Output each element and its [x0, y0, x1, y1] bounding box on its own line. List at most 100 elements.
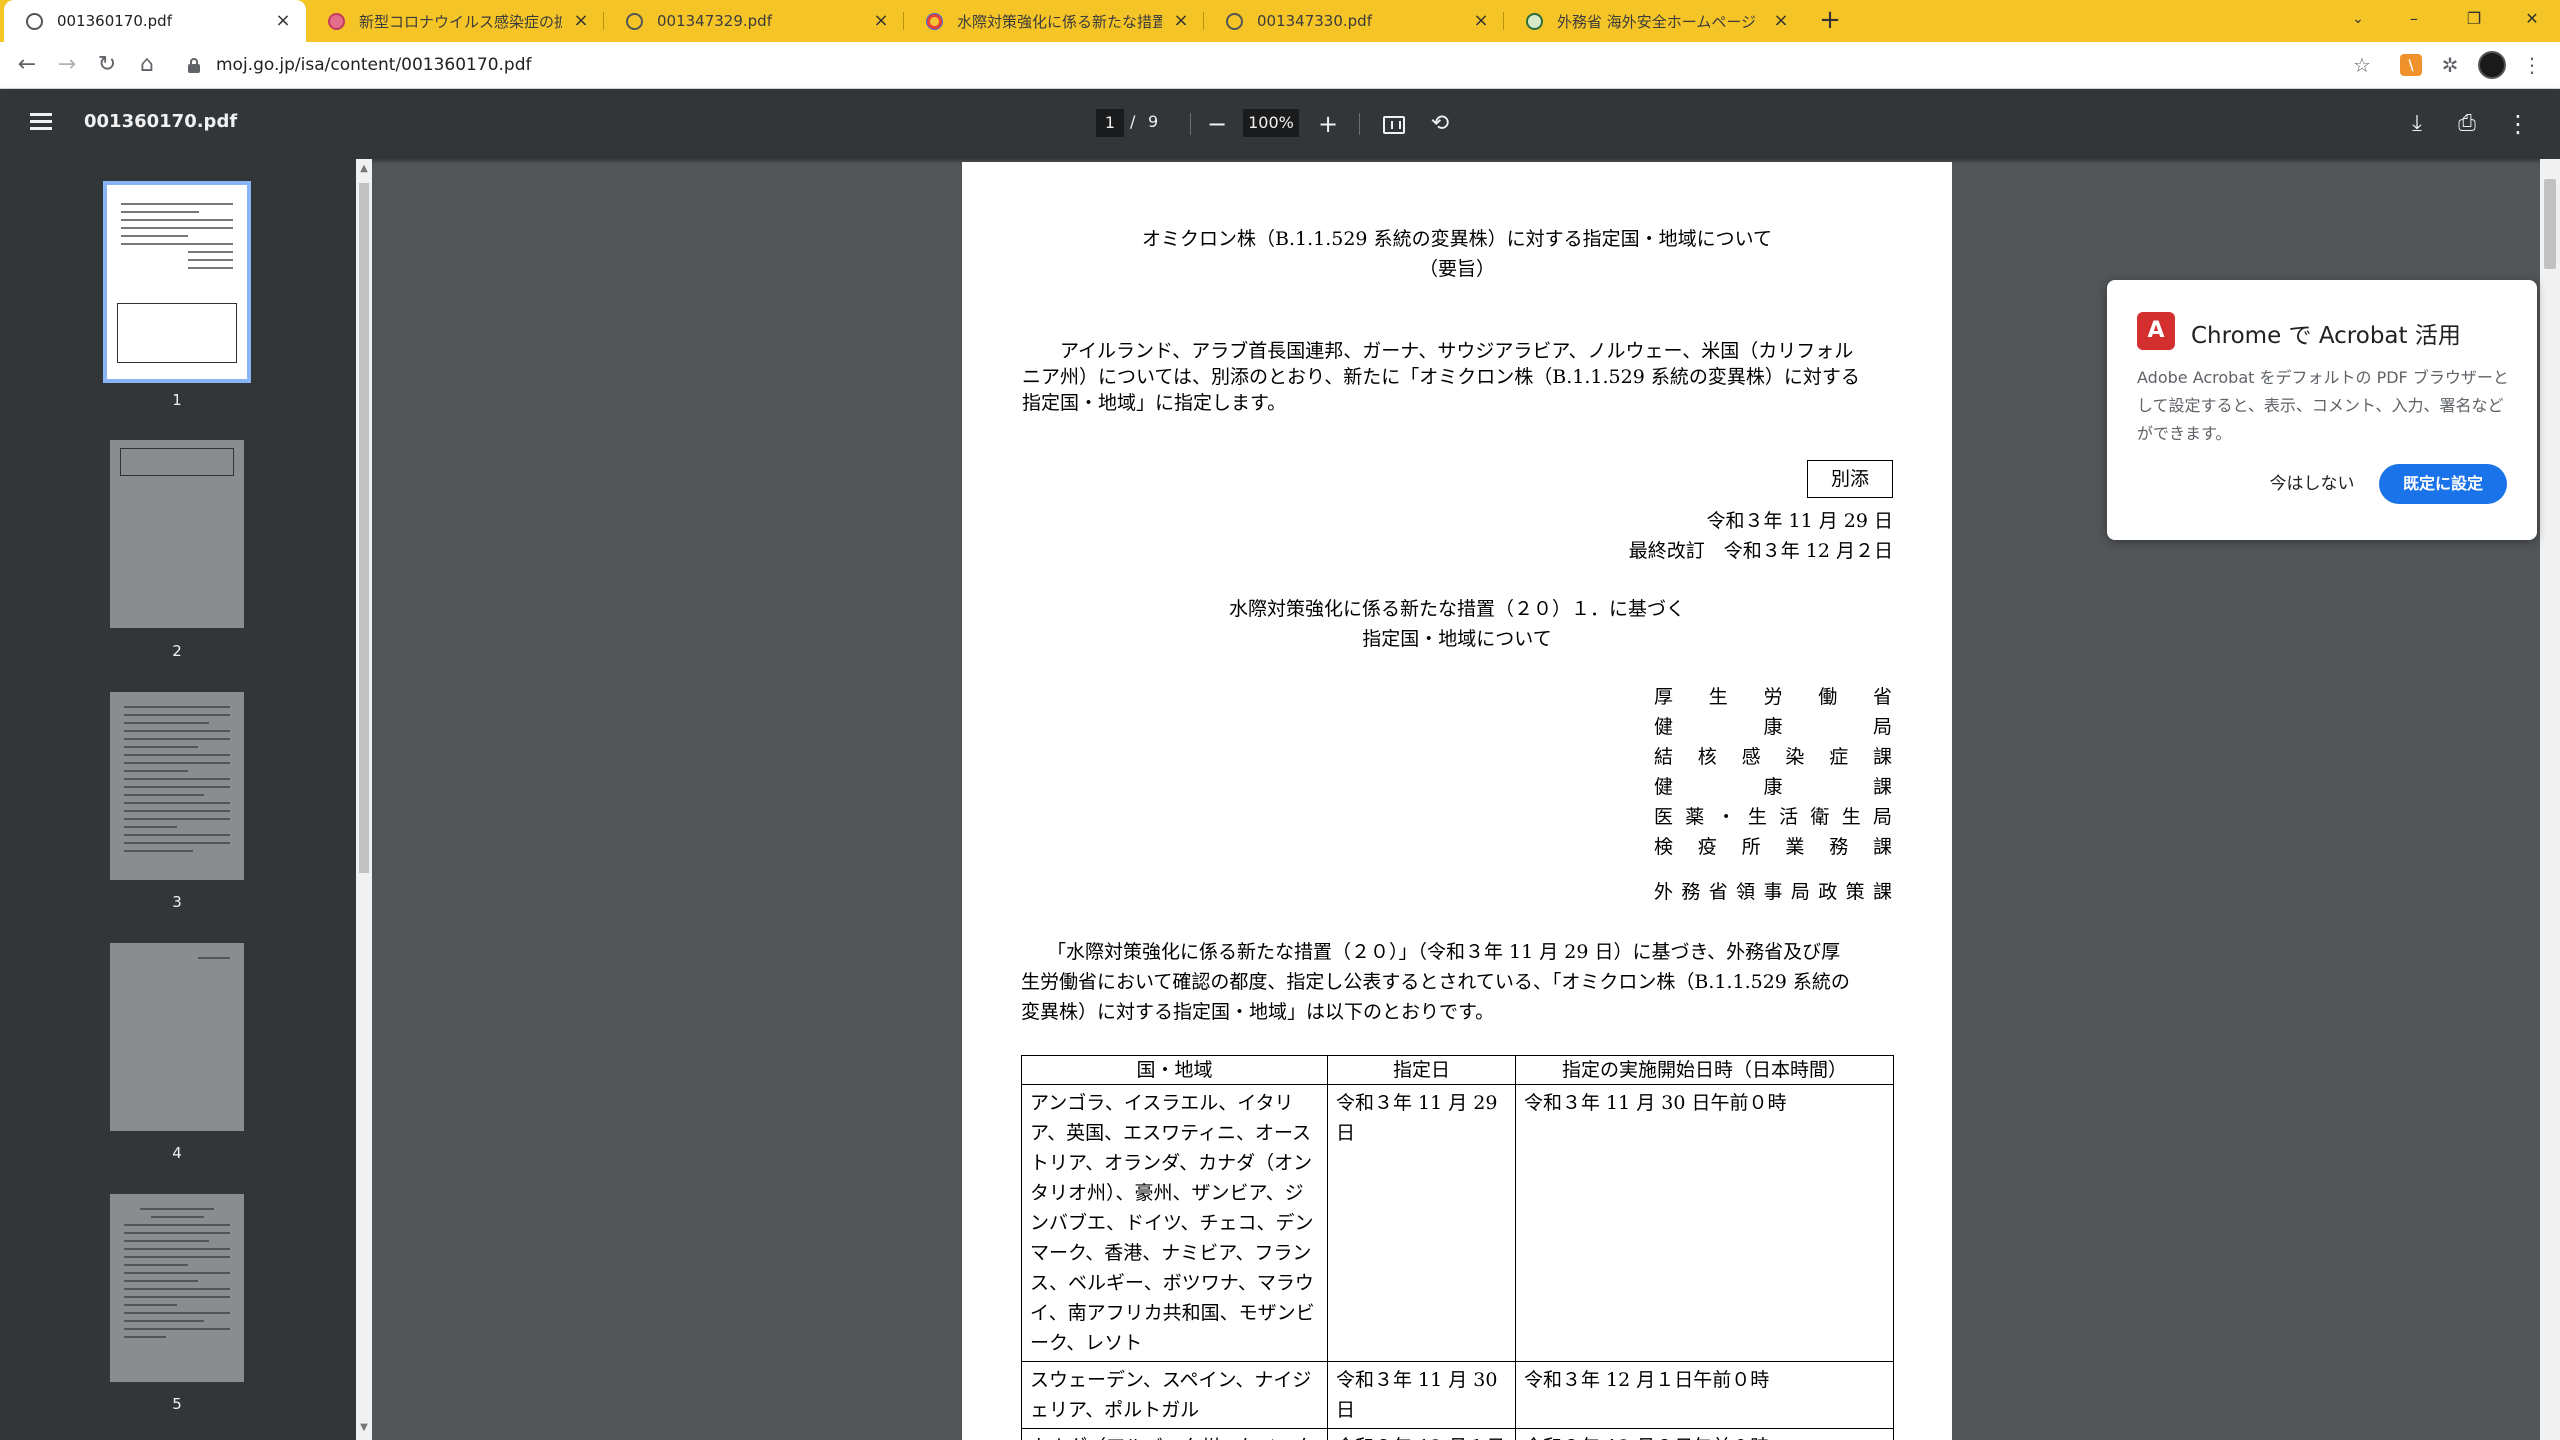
- table-header: 指定日: [1327, 1055, 1516, 1085]
- url-text: moj.go.jp/isa/content/001360170.pdf: [216, 55, 532, 75]
- sidebar-scroll-thumb[interactable]: [359, 183, 369, 873]
- extensions-puzzle-icon[interactable]: ✲: [2437, 52, 2463, 78]
- globe-icon: [1526, 12, 1543, 30]
- page-thumbnail[interactable]: [110, 692, 244, 880]
- table-header: 指定の実施開始日時（日本時間）: [1515, 1055, 1894, 1085]
- thumbnail-page-number: 3: [172, 893, 182, 911]
- page-separator: /: [1130, 112, 1136, 131]
- tab-covid-prevention[interactable]: 新型コロナウイルス感染症の拡大防止 ×: [306, 0, 604, 42]
- page-total: 9: [1148, 112, 1159, 131]
- menu-kebab-icon[interactable]: ⋮: [2519, 52, 2545, 78]
- scroll-down-arrow-icon[interactable]: ▼: [358, 1422, 370, 1434]
- acrobat-promo-popup: A Chrome で Acrobat 活用 Adobe Acrobat をデフォ…: [2107, 280, 2537, 540]
- table-row: スウェーデン、スペイン、ナイジェリア、ポルトガル 令和３年 11 月 30 日 …: [1021, 1361, 1894, 1429]
- page-number-input[interactable]: 1: [1096, 109, 1124, 137]
- zoom-out-button[interactable]: −: [1201, 108, 1233, 140]
- subtitle: 水際対策強化に係る新たな措置（２０）１．に基づく: [1228, 598, 1685, 620]
- forward-button[interactable]: →: [52, 50, 82, 80]
- tab-001347330-pdf[interactable]: 001347330.pdf ×: [1204, 0, 1504, 42]
- last-revised-date: 最終改訂 令和３年 12 月２日: [1628, 540, 1893, 562]
- tab-search-chevron-icon[interactable]: ⌄: [2330, 0, 2386, 38]
- tab-001347329-pdf[interactable]: 001347329.pdf ×: [604, 0, 904, 42]
- close-icon[interactable]: ×: [872, 12, 890, 30]
- tab-001360170-pdf[interactable]: 001360170.pdf ×: [4, 0, 306, 42]
- tab-strip: 001360170.pdf × 新型コロナウイルス感染症の拡大防止 × 0013…: [0, 0, 2560, 42]
- profile-avatar[interactable]: [2478, 51, 2506, 79]
- tab-label: 001360170.pdf: [57, 12, 172, 30]
- popup-title: Chrome で Acrobat 活用: [2191, 323, 2461, 349]
- issue-date: 令和３年 11 月 29 日: [1706, 510, 1893, 532]
- address-bar[interactable]: moj.go.jp/isa/content/001360170.pdf: [172, 47, 2362, 84]
- mofa-line: 外務省領事局政策課: [1654, 881, 1894, 903]
- table-cell: カナダ（アルバータ州、ケベック: [1021, 1428, 1328, 1440]
- tab-label: 001347330.pdf: [1257, 12, 1372, 30]
- thumbnail-page-number: 5: [172, 1395, 182, 1413]
- ring-icon: [926, 12, 943, 30]
- designation-table: 国・地域 指定日 指定の実施開始日時（日本時間） アンゴラ、イスラエル、イタリア…: [1021, 1055, 1894, 1440]
- attachment-label: 別添: [1807, 460, 1893, 498]
- sidebar-scrollbar[interactable]: ▲ ▼: [356, 159, 372, 1440]
- ministry-line: 厚生労働省: [1654, 686, 1894, 708]
- page-thumbnail[interactable]: [110, 943, 244, 1131]
- page-thumbnail[interactable]: [103, 181, 251, 383]
- home-button[interactable]: ⌂: [132, 50, 162, 80]
- toolbar-divider: [1359, 113, 1360, 135]
- flower-icon: [328, 12, 345, 30]
- subtitle-2: 指定国・地域について: [1362, 628, 1552, 650]
- summary-paragraph: アイルランド、アラブ首長国連邦、ガーナ、サウジアラビア、ノルウェー、米国（カリフ…: [1022, 340, 1860, 414]
- set-default-button[interactable]: 既定に設定: [2379, 464, 2507, 504]
- fit-to-page-icon[interactable]: [1383, 116, 1405, 134]
- thumbnail-page-number: 1: [172, 391, 182, 409]
- rotate-icon[interactable]: ⟲: [1424, 108, 1456, 140]
- toolbar-divider: [1190, 113, 1191, 135]
- table-row: カナダ（アルバータ州、ケベック 令和３年 12 月１日 令和３年 12 月２日午…: [1021, 1428, 1894, 1440]
- tab-label: 新型コロナウイルス感染症の拡大防止: [359, 12, 562, 31]
- pdf-page: オミクロン株（B.1.1.529 系統の変異株）に対する指定国・地域について （…: [962, 162, 1952, 1440]
- page-thumbnail[interactable]: [110, 1194, 244, 1382]
- close-icon[interactable]: ×: [572, 12, 590, 30]
- rss-extension-icon[interactable]: \: [2400, 54, 2422, 76]
- table-cell: 令和３年 12 月１日: [1327, 1428, 1516, 1440]
- back-button[interactable]: ←: [12, 50, 42, 80]
- ministry-line: 健康局: [1654, 716, 1894, 738]
- table-row: アンゴラ、イスラエル、イタリア、英国、エスワティニ、オーストリア、オランダ、カナ…: [1021, 1084, 1894, 1362]
- tab-mofa-safety[interactable]: 外務省 海外安全ホームページ ×: [1504, 0, 1804, 42]
- globe-icon: [1226, 12, 1243, 30]
- restore-button[interactable]: ❐: [2446, 0, 2502, 38]
- zoom-input[interactable]: 100%: [1243, 109, 1299, 137]
- tab-label: 外務省 海外安全ホームページ: [1557, 12, 1757, 31]
- popup-body: Adobe Acrobat をデフォルトの PDF ブラウザーとして設定すると、…: [2137, 368, 2509, 443]
- thumbnail-sidebar: 1 2 3 4 5: [0, 159, 360, 1440]
- browser-toolbar: ← → ↻ ⌂ moj.go.jp/isa/content/001360170.…: [0, 42, 2560, 89]
- scroll-up-arrow-icon[interactable]: ▲: [358, 163, 370, 175]
- new-tab-button[interactable]: +: [1815, 6, 1845, 36]
- minimize-button[interactable]: –: [2386, 0, 2442, 38]
- close-icon[interactable]: ×: [1772, 12, 1790, 30]
- ministry-line: 検疫所業務課: [1654, 836, 1894, 858]
- menu-hamburger-icon[interactable]: [30, 113, 52, 131]
- close-icon[interactable]: ×: [1172, 12, 1190, 30]
- document-scrollbar[interactable]: [2540, 159, 2560, 1440]
- ministry-line: 結核感染症課: [1654, 746, 1894, 768]
- reload-button[interactable]: ↻: [92, 50, 122, 80]
- close-window-button[interactable]: ✕: [2504, 0, 2560, 38]
- tab-border-measures[interactable]: 水際対策強化に係る新たな措置（ ×: [904, 0, 1204, 42]
- not-now-button[interactable]: 今はしない: [2247, 464, 2377, 504]
- tab-label: 001347329.pdf: [657, 12, 772, 30]
- print-icon[interactable]: ⎙: [2451, 108, 2483, 140]
- document-title-summary: （要旨）: [1418, 258, 1495, 280]
- thumbnail-page-number: 2: [172, 642, 182, 660]
- ministry-line: 健康課: [1654, 776, 1894, 798]
- document-scroll-thumb[interactable]: [2544, 179, 2556, 269]
- zoom-in-button[interactable]: +: [1312, 108, 1344, 140]
- acrobat-logo-icon: A: [2137, 312, 2175, 350]
- more-actions-icon[interactable]: ⋮: [2502, 108, 2534, 140]
- download-icon[interactable]: ⤓: [2401, 108, 2433, 140]
- table-cell: 令和３年 12 月２日午前０時: [1515, 1428, 1894, 1440]
- page-thumbnail[interactable]: [110, 440, 244, 628]
- globe-icon: [626, 12, 643, 30]
- close-icon[interactable]: ×: [1472, 12, 1490, 30]
- close-icon[interactable]: ×: [274, 12, 292, 30]
- pdf-filename: 001360170.pdf: [84, 111, 238, 132]
- bookmark-star-icon[interactable]: ☆: [2349, 52, 2375, 78]
